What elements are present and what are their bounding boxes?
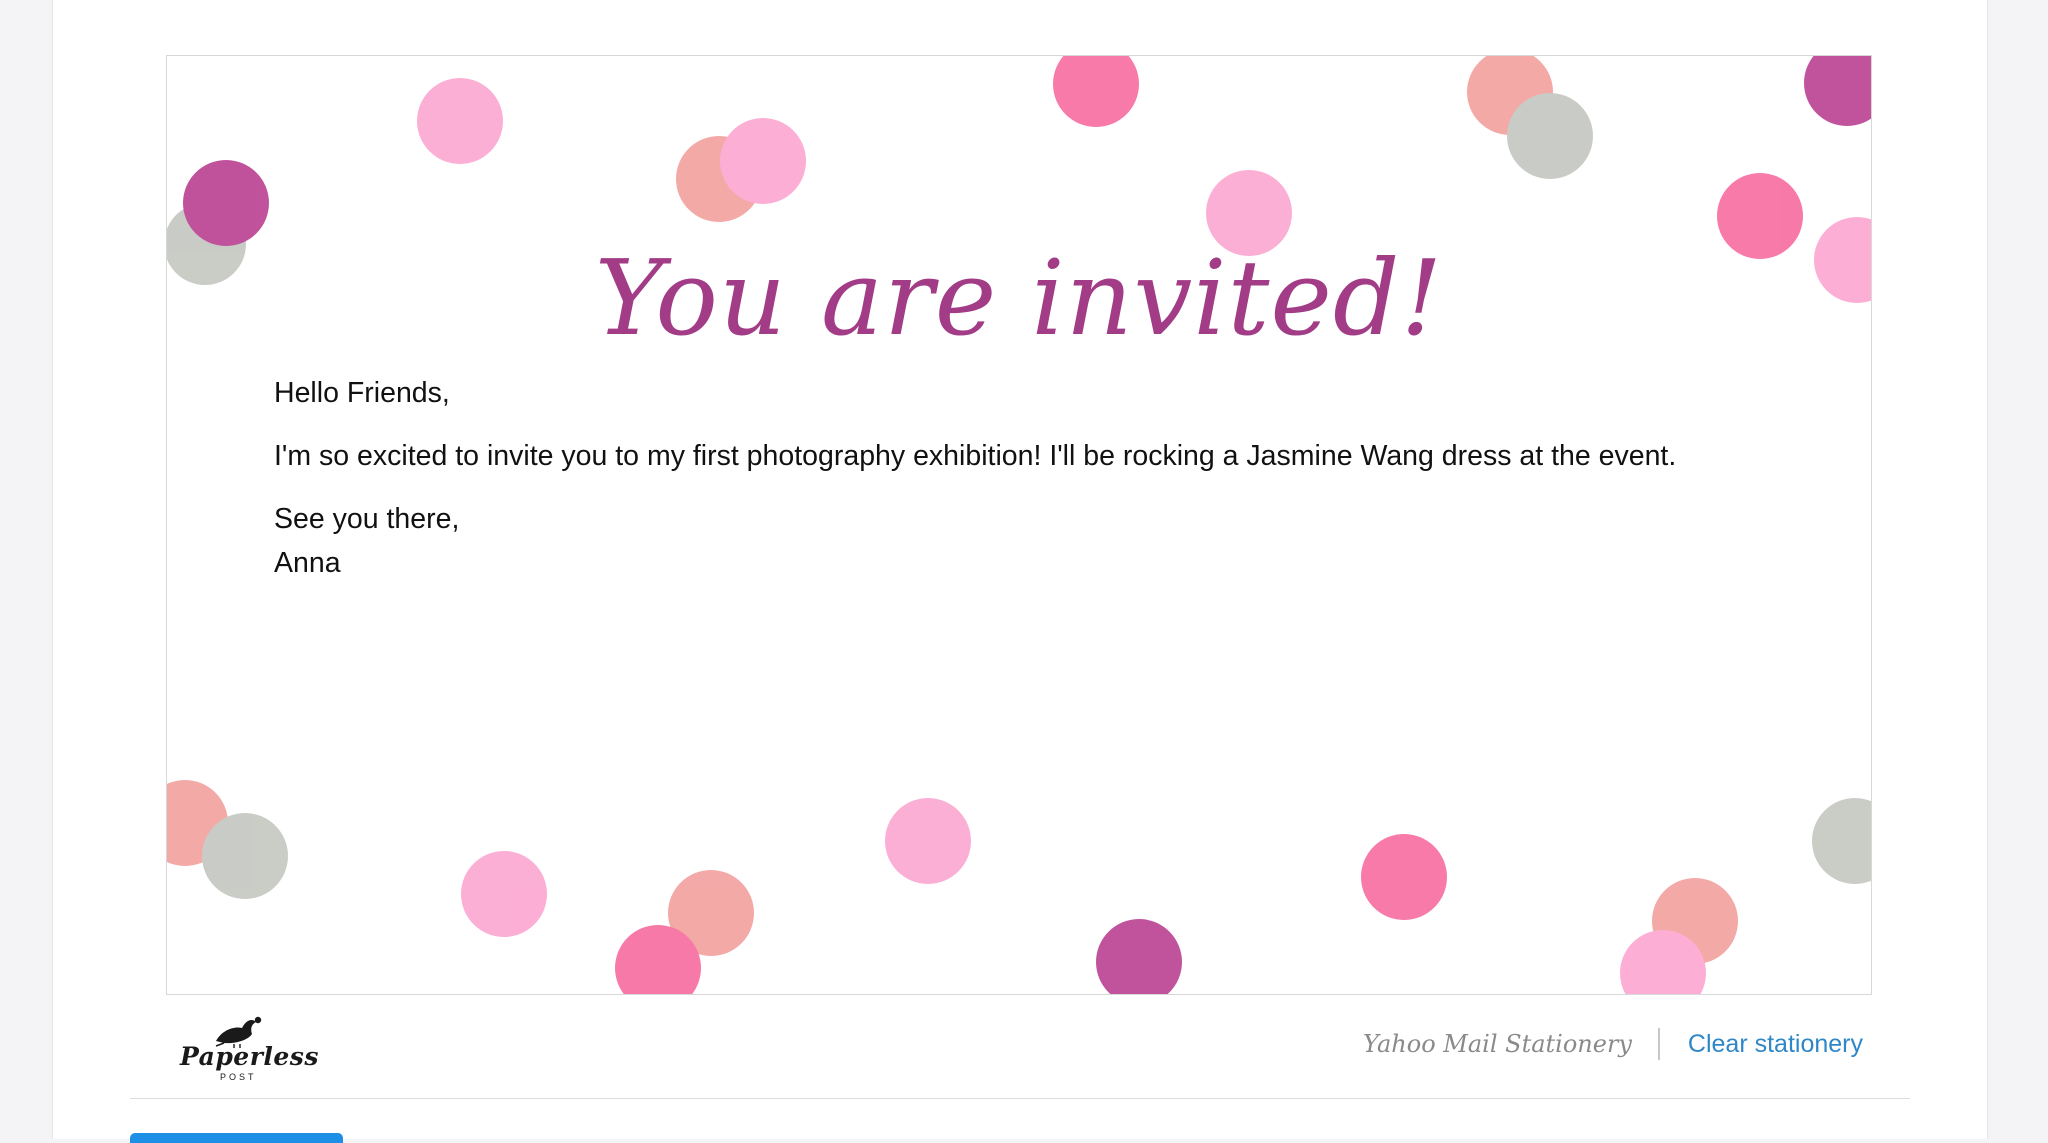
signature-text: Anna bbox=[274, 547, 341, 579]
dot bbox=[183, 160, 269, 246]
paperless-post-logo: Paperless POST bbox=[172, 1008, 318, 1084]
dot bbox=[1804, 56, 1871, 126]
dot bbox=[720, 118, 806, 204]
message-text: I'm so excited to invite you to my first… bbox=[274, 440, 1677, 472]
dot bbox=[417, 78, 503, 164]
stationery-label: Yahoo Mail Stationery bbox=[1363, 1030, 1632, 1058]
dot bbox=[1096, 919, 1182, 994]
paperless-wordmark: Paperless bbox=[180, 1042, 319, 1071]
footer-divider bbox=[1658, 1028, 1660, 1060]
invitation-headline: You are invited! bbox=[594, 237, 1444, 359]
post-wordmark: POST bbox=[220, 1072, 257, 1082]
stationery-footer: Paperless POST Yahoo Mail Stationery Cle… bbox=[166, 1000, 1870, 1090]
clear-stationery-link[interactable]: Clear stationery bbox=[1688, 1030, 1863, 1059]
stationery-card: You are invited! Hello Friends, I'm so e… bbox=[166, 55, 1872, 995]
send-button[interactable] bbox=[130, 1133, 343, 1143]
dot bbox=[1812, 798, 1871, 884]
dot bbox=[1361, 834, 1447, 920]
dot bbox=[1053, 56, 1139, 127]
dot bbox=[1507, 93, 1593, 179]
dot bbox=[202, 813, 288, 899]
greeting-text: Hello Friends, bbox=[274, 377, 450, 409]
closing-text: See you there, bbox=[274, 503, 460, 535]
dot bbox=[885, 798, 971, 884]
dot bbox=[461, 851, 547, 937]
message-body[interactable]: Hello Friends, I'm so excited to invite … bbox=[274, 371, 1794, 585]
compose-divider bbox=[130, 1098, 1910, 1099]
